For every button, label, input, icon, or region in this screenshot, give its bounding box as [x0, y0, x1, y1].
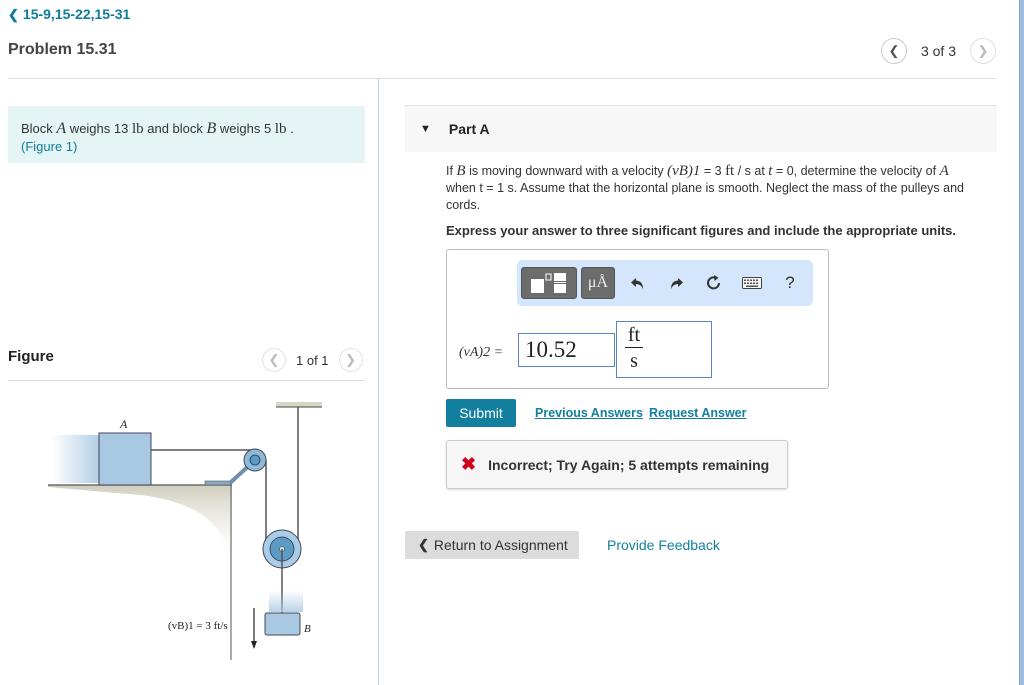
provide-feedback-link[interactable]: Provide Feedback — [607, 537, 720, 553]
question-fragment: when t = 1 s. Assume that the horizontal… — [446, 181, 964, 212]
fraction-bar — [625, 347, 643, 348]
chevron-right-icon: ❯ — [345, 352, 356, 367]
part-a-label: Part A — [448, 121, 490, 137]
unit-fraction: ft s — [625, 324, 643, 373]
block-b-label: B — [304, 623, 311, 635]
math-toolbar: μÅ ? — [517, 260, 813, 306]
chevron-left-icon: ❮ — [888, 43, 900, 58]
answer-instruction: Express your answer to three significant… — [446, 223, 956, 238]
next-problem-button[interactable]: ❯ — [970, 38, 996, 64]
question-fragment: is moving downward with a velocity — [465, 164, 668, 178]
chevron-left-icon: ❮ — [418, 537, 429, 552]
figure-divider — [8, 380, 365, 381]
header-divider — [8, 78, 996, 79]
feedback-message: ✖ Incorrect; Try Again; 5 attempts remai… — [446, 440, 788, 489]
answer-box: μÅ ? (vA)2 = 10.52 ft s — [446, 249, 829, 389]
breadcrumb-label: 15-9,15-22,15-31 — [22, 6, 131, 22]
keyboard-button[interactable] — [733, 267, 771, 299]
question-fragment: = 0, determine the velocity of — [772, 164, 940, 178]
breadcrumb-link[interactable]: ❮ 15-9,15-22,15-31 — [8, 6, 130, 23]
request-answer-link[interactable]: Request Answer — [649, 406, 746, 420]
feedback-text: Incorrect; Try Again; 5 attempts remaini… — [488, 456, 770, 473]
redo-icon — [671, 278, 683, 289]
block-b — [264, 612, 301, 636]
return-label: Return to Assignment — [433, 537, 568, 553]
units-button[interactable]: μÅ — [581, 267, 615, 299]
math-var-a: A — [939, 163, 949, 179]
velocity-label: (vB)1 = 3 ft/s — [168, 620, 228, 632]
question-text: If B is moving downward with a velocity … — [446, 163, 996, 214]
math-var-b: B — [206, 120, 217, 137]
x-icon: ✖ — [461, 454, 477, 474]
answer-value-input[interactable]: 10.52 — [518, 333, 615, 367]
pulley-system-figure[interactable]: A B (vB)1 = 3 ft/s — [40, 395, 340, 660]
motion-blur — [52, 435, 100, 483]
intro-text: weighs 5 — [216, 121, 275, 136]
undo-icon — [631, 278, 643, 289]
submit-button[interactable]: Submit — [446, 399, 516, 427]
math-unit: lb — [131, 121, 144, 137]
redo-button[interactable] — [657, 267, 695, 299]
intro-text: and block — [143, 121, 207, 136]
chevron-left-icon: ❮ — [8, 7, 19, 22]
ceiling — [276, 402, 322, 407]
previous-answers-link[interactable]: Previous Answers — [535, 406, 643, 420]
figure-title: Figure — [8, 348, 54, 365]
math-var-a: A — [56, 120, 67, 137]
return-to-assignment-button[interactable]: ❮ Return to Assignment — [405, 531, 579, 559]
chevron-right-icon: ❯ — [977, 43, 989, 58]
intro-text: weighs 13 — [66, 121, 132, 136]
templates-icon — [531, 273, 566, 293]
intro-text: . — [286, 121, 294, 136]
help-button[interactable]: ? — [771, 267, 809, 299]
figure-link[interactable]: (Figure 1) — [21, 139, 77, 154]
unit-numerator: ft — [627, 324, 641, 346]
units-label: μÅ — [587, 274, 609, 291]
bracket-plate — [204, 480, 232, 486]
chevron-left-icon: ❮ — [268, 352, 280, 367]
block-a — [98, 432, 152, 486]
math-var-b: B — [456, 163, 466, 179]
figure-pager: ❮ 1 of 1 ❯ — [262, 348, 363, 372]
scrollbar[interactable] — [1019, 0, 1024, 685]
next-figure-button[interactable]: ❯ — [338, 348, 363, 372]
triangle-down-icon: ▼ — [420, 123, 431, 135]
problem-intro: Block A weighs 13 lb and block B weighs … — [8, 106, 365, 163]
page-title: Problem 15.31 — [8, 41, 117, 58]
motion-blur — [269, 590, 303, 612]
keyboard-icon — [742, 277, 762, 289]
arrowhead-icon — [251, 641, 257, 649]
answer-units-input[interactable]: ft s — [616, 321, 712, 378]
reset-button[interactable] — [695, 267, 733, 299]
templates-button[interactable] — [521, 267, 577, 299]
figure-count: 1 of 1 — [296, 352, 329, 368]
math-velocity-expr: (vB)1 — [667, 163, 701, 179]
question-fragment: = 3 — [700, 164, 726, 178]
help-icon: ? — [785, 273, 795, 292]
undo-button[interactable] — [619, 267, 657, 299]
intro-text: Block — [21, 121, 57, 136]
ground-surface — [48, 485, 232, 570]
problem-count: 3 of 3 — [920, 43, 956, 59]
math-unit: lb — [274, 121, 287, 137]
prev-problem-button[interactable]: ❮ — [880, 38, 907, 64]
question-fragment: If — [446, 164, 457, 178]
question-fragment: / s at — [734, 164, 769, 178]
reset-icon — [707, 275, 720, 290]
pane-divider[interactable] — [378, 79, 379, 685]
block-a-label: A — [119, 417, 128, 431]
top-pulley-hub — [249, 454, 261, 466]
prev-figure-button[interactable]: ❮ — [262, 348, 286, 372]
problem-pager: ❮ 3 of 3 ❯ — [880, 38, 996, 64]
answer-label-text: (vA)2 = — [459, 345, 504, 360]
answer-label: (vA)2 = — [459, 343, 503, 361]
part-a-header[interactable]: ▼ Part A — [405, 105, 997, 152]
unit-denominator: s — [630, 350, 638, 372]
math-unit: ft — [725, 163, 735, 179]
